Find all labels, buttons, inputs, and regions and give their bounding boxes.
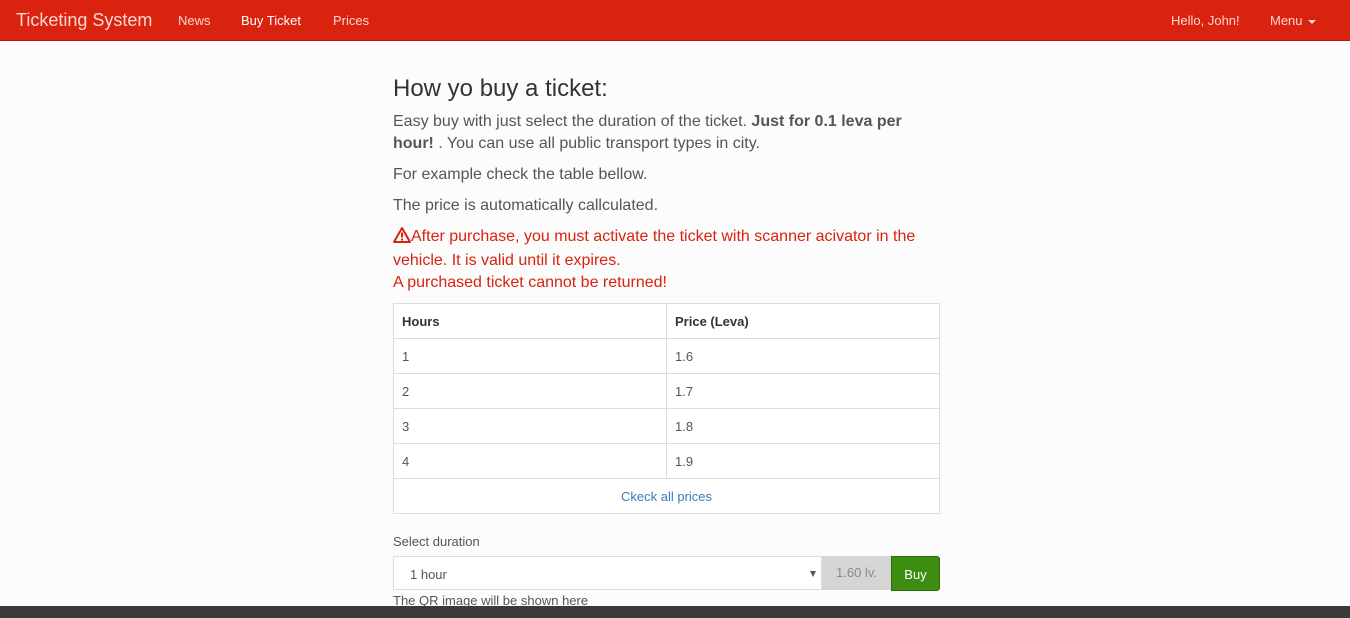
- example-text: For example check the table bellow.: [393, 166, 648, 183]
- intro-tail: . You can use all public transport types…: [438, 135, 760, 152]
- intro-text: Easy buy with just select the duration o…: [393, 113, 747, 130]
- warning-block: After purchase, you must activate the ti…: [393, 226, 940, 294]
- table-row: 1 1.6: [393, 338, 940, 374]
- table-row: 4 1.9: [393, 443, 940, 479]
- cell-hours: 1: [393, 338, 667, 374]
- table-row: 2 1.7: [393, 373, 940, 409]
- cell-hours: 3: [393, 408, 667, 444]
- cell-hours: 4: [393, 443, 667, 479]
- table-header-row: Hours Price (Leva): [393, 303, 940, 339]
- nav-buy-ticket[interactable]: Buy Ticket: [241, 13, 301, 28]
- intro-paragraph: Easy buy with just select the duration o…: [393, 111, 940, 155]
- main-content: How yo buy a ticket: Easy buy with just …: [393, 74, 940, 608]
- nav-news[interactable]: News: [178, 13, 211, 28]
- auto-calc-text: The price is automatically callculated.: [393, 197, 659, 214]
- page-title: How yo buy a ticket:: [393, 75, 608, 102]
- menu-dropdown[interactable]: Menu: [1270, 13, 1316, 28]
- select-duration-label: Select duration: [393, 534, 480, 549]
- buy-form-row: 1 hour 1.60 lv. Buy: [393, 556, 940, 591]
- nav-prices[interactable]: Prices: [333, 13, 369, 28]
- top-navbar: Ticketing System News Buy Ticket Prices …: [0, 0, 1350, 41]
- warning-text-1: After purchase, you must activate the ti…: [393, 228, 916, 269]
- check-all-prices-link[interactable]: Ckeck all prices: [393, 478, 940, 514]
- selected-duration: 1 hour: [410, 567, 447, 582]
- cell-price: 1.6: [666, 338, 940, 374]
- menu-label: Menu: [1270, 13, 1303, 28]
- cell-price: 1.7: [666, 373, 940, 409]
- cell-price: 1.8: [666, 408, 940, 444]
- column-header-hours: Hours: [393, 303, 667, 339]
- dropdown-arrow-icon: [810, 571, 816, 577]
- price-display: 1.60 lv.: [822, 556, 891, 590]
- warning-icon: [393, 227, 411, 250]
- prices-table: Hours Price (Leva) 1 1.6 2 1.7 3 1.8 4 1…: [393, 303, 940, 514]
- duration-select[interactable]: 1 hour: [393, 556, 822, 590]
- brand-link[interactable]: Ticketing System: [16, 10, 152, 31]
- user-greeting[interactable]: Hello, John!: [1171, 13, 1240, 28]
- table-footer-row: Ckeck all prices: [393, 478, 940, 514]
- footer-bar: [0, 606, 1350, 618]
- caret-down-icon: [1307, 19, 1316, 24]
- cell-hours: 2: [393, 373, 667, 409]
- buy-button[interactable]: Buy: [891, 556, 940, 591]
- column-header-price: Price (Leva): [666, 303, 940, 339]
- table-row: 3 1.8: [393, 408, 940, 444]
- warning-text-2: A purchased ticket cannot be returned!: [393, 274, 667, 291]
- cell-price: 1.9: [666, 443, 940, 479]
